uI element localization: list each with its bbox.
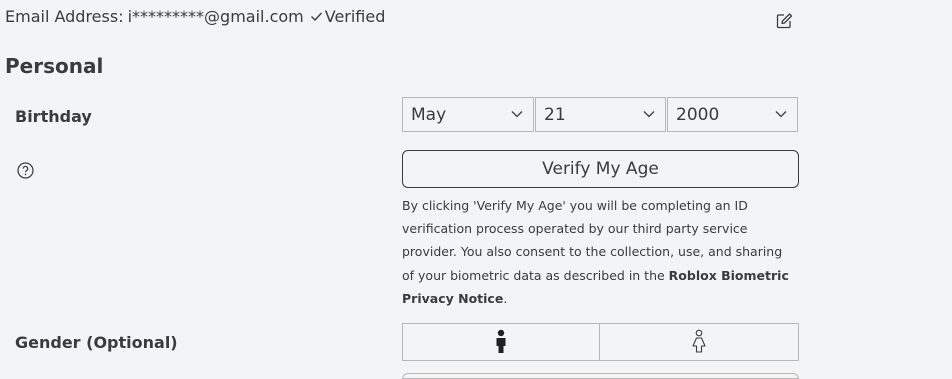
next-field-edge xyxy=(402,373,799,379)
gender-female-button[interactable] xyxy=(599,323,799,361)
edit-pencil-icon[interactable] xyxy=(775,12,793,30)
birthday-month-value: May xyxy=(411,104,447,125)
verify-age-button-label: Verify My Age xyxy=(542,159,659,179)
male-figure-icon xyxy=(496,329,506,353)
birthday-year-select[interactable]: 2000 xyxy=(667,97,798,132)
checkmark-icon xyxy=(310,12,322,22)
birthday-month-select[interactable]: May xyxy=(402,97,534,132)
verify-age-button[interactable]: Verify My Age xyxy=(402,150,799,188)
birthday-day-select[interactable]: 21 xyxy=(535,97,666,132)
email-value: i*********@gmail.com xyxy=(127,7,304,26)
disclaimer-end: . xyxy=(503,290,508,306)
section-title-personal: Personal xyxy=(5,54,104,78)
gender-label: Gender (Optional) xyxy=(15,333,178,352)
question-circle-icon[interactable] xyxy=(17,162,34,179)
email-verified-status: Verified xyxy=(324,7,386,26)
age-verification-disclaimer: By clicking 'Verify My Age' you will be … xyxy=(402,194,797,310)
female-figure-icon xyxy=(692,329,706,353)
birthday-day-value: 21 xyxy=(544,104,566,125)
birthday-year-value: 2000 xyxy=(676,104,720,125)
gender-male-button[interactable] xyxy=(402,323,600,361)
birthday-label: Birthday xyxy=(15,107,92,126)
email-label: Email Address: xyxy=(5,7,124,26)
chevron-down-icon xyxy=(643,111,655,118)
chevron-down-icon xyxy=(511,111,523,118)
chevron-down-icon xyxy=(775,111,787,118)
email-row: Email Address: i*********@gmail.com Veri… xyxy=(5,7,385,26)
